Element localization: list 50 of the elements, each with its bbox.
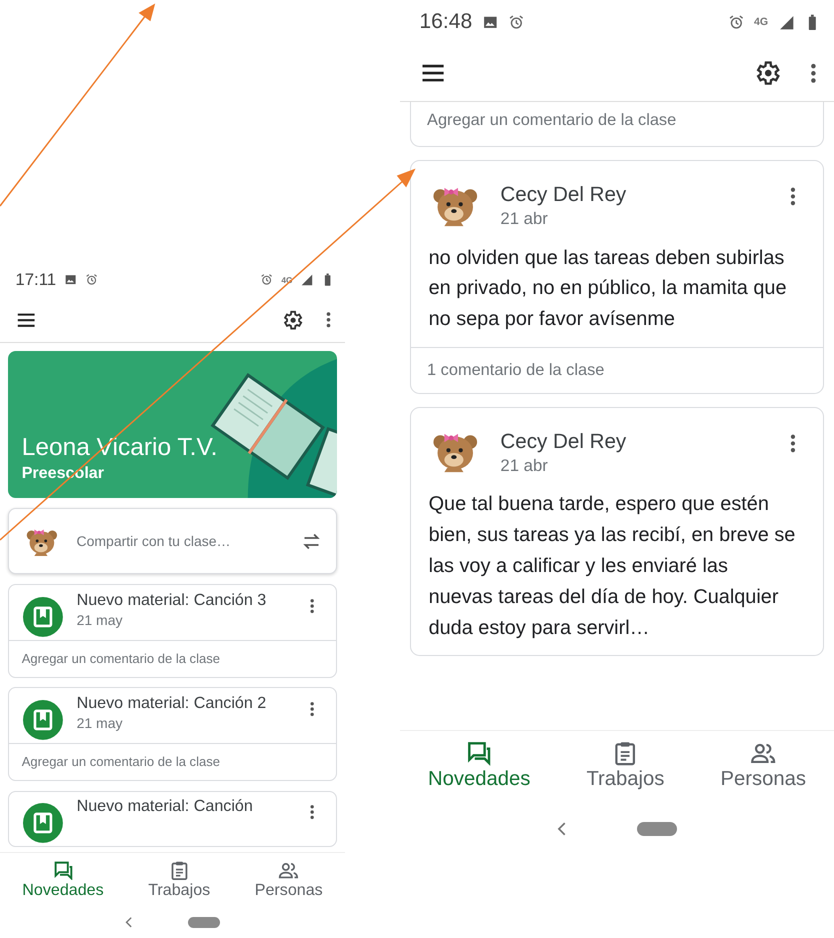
signal-icon	[300, 273, 314, 286]
material-title: Nuevo material: Canción 3	[76, 590, 268, 610]
status-time: 17:11	[15, 270, 56, 290]
nav-tab[interactable]: Novedades	[428, 740, 530, 791]
back-icon[interactable]	[556, 821, 566, 837]
image-notification-icon	[482, 14, 499, 31]
more-options-icon[interactable]	[309, 803, 316, 822]
image-notification-icon	[64, 273, 78, 286]
book-icon	[22, 700, 63, 740]
post-date: 21 may	[76, 715, 124, 732]
signal-icon	[778, 14, 794, 31]
more-options-icon[interactable]	[325, 310, 332, 330]
material-card[interactable]: Nuevo material: Canción	[8, 790, 338, 848]
class-comment-link[interactable]: Agregar un comentario de la clase	[8, 640, 336, 677]
class-comment-link[interactable]: Agregar un comentario de la clase	[410, 102, 824, 146]
book-icon	[22, 803, 63, 844]
post-date: 21 may	[76, 612, 124, 628]
alarm-icon	[728, 14, 744, 31]
material-card[interactable]: Nuevo material: Canción 2 21 may Agregar un comentario de la clase	[8, 687, 338, 781]
author-name: Cecy Del Rey	[500, 182, 628, 207]
alarm-icon	[84, 273, 98, 286]
alarm-icon	[508, 14, 525, 31]
author-name: Cecy Del Rey	[500, 430, 628, 454]
class-comment-link[interactable]: Agregar un comentario de la clase	[8, 742, 336, 780]
material-title: Nuevo material: Canción	[76, 796, 254, 817]
share-field[interactable]: Compartir con tu clase…	[74, 532, 288, 550]
book-icon	[22, 597, 63, 637]
back-icon[interactable]	[124, 916, 132, 929]
post-date: 21 abr	[500, 209, 549, 230]
post-date: 21 abr	[500, 456, 549, 476]
nav-tab[interactable]: Novedades	[22, 860, 104, 900]
material-title: Nuevo material: Canción 2	[76, 693, 268, 714]
announcement-text: no olviden que las tareas deben subirlas en privado, no en público, la mamita que no sepa por favor avísenme	[428, 246, 788, 332]
nav-tab[interactable]: Trabajos	[586, 740, 664, 791]
chat-bubbles-icon	[466, 740, 492, 767]
material-card[interactable]: Nuevo material: Canción 3 21 may Agregar un comentario de la clase	[8, 584, 338, 678]
nav-tab[interactable]: Personas	[254, 860, 323, 900]
nav-tab[interactable]: Trabajos	[148, 860, 210, 900]
more-options-icon[interactable]	[309, 700, 316, 718]
chat-bubbles-icon	[52, 860, 74, 880]
network-type: 4G	[754, 16, 768, 28]
clipboard-icon	[168, 860, 190, 880]
more-options-icon[interactable]	[309, 597, 316, 616]
class-comment-link[interactable]: 1 comentario de la clase	[410, 347, 824, 394]
announcement-text: Que tal buena tarde, espero que estén bien, sus tareas ya las recibí, en breve se las voy a calificar y les enviaré las nuevas tareas del día de hoy. Cualquier duda estoy para servirl…	[428, 492, 796, 641]
nav-tab[interactable]: Personas	[720, 740, 806, 791]
status-time: 16:48	[419, 10, 472, 34]
home-pill[interactable]	[636, 822, 678, 836]
alarm-icon	[260, 273, 274, 286]
home-pill[interactable]	[188, 917, 220, 928]
